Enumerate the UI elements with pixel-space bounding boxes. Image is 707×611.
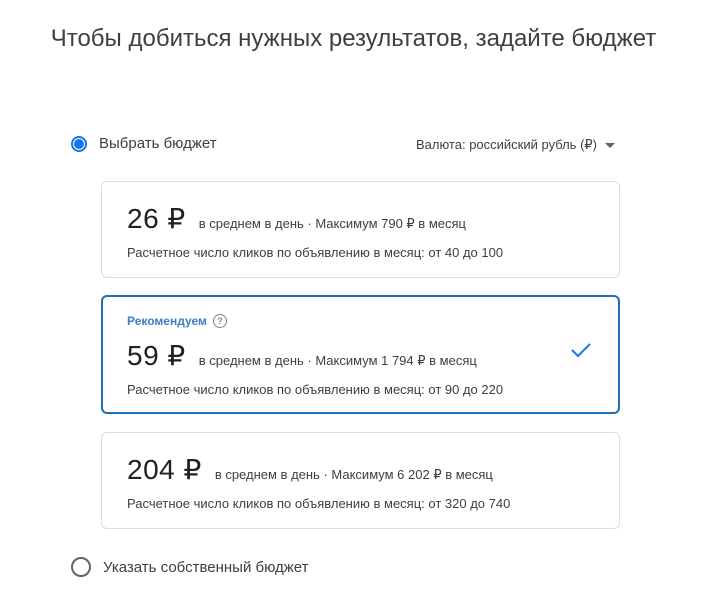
estimated-clicks: Расчетное число кликов по объявлению в м…	[127, 245, 504, 260]
currency-label: Валюта: российский рубль (₽)	[415, 137, 597, 152]
recommended-badge: Рекомендуем ?	[127, 314, 227, 328]
dropdown-caret-icon	[605, 142, 615, 148]
daily-price: 26 ₽	[127, 203, 186, 234]
page-title: Чтобы добиться нужных результатов, задай…	[50, 25, 657, 52]
daily-price: 59 ₽	[127, 340, 186, 371]
choose-budget-label: Выбрать бюджет	[99, 135, 217, 152]
price-details: в среднем в день · Максимум 790 ₽ в меся…	[198, 216, 466, 231]
budget-option-card[interactable]: 26 ₽ в среднем в день · Максимум 790 ₽ в…	[101, 181, 620, 278]
estimated-clicks: Расчетное число кликов по объявлению в м…	[127, 382, 504, 397]
price-line: 26 ₽ в среднем в день · Максимум 790 ₽ в…	[127, 202, 466, 235]
estimated-clicks: Расчетное число кликов по объявлению в м…	[127, 496, 511, 511]
custom-budget-radio-row[interactable]: Указать собственный бюджет	[71, 557, 309, 577]
help-circle-icon[interactable]: ?	[212, 314, 227, 328]
price-line: 204 ₽ в среднем в день · Максимум 6 202 …	[127, 453, 493, 486]
choose-budget-radio[interactable]	[71, 135, 87, 152]
price-details: в среднем в день · Максимум 1 794 ₽ в ме…	[198, 353, 477, 368]
budget-option-card[interactable]: 204 ₽ в среднем в день · Максимум 6 202 …	[101, 432, 620, 529]
recommended-label: Рекомендуем	[127, 314, 207, 328]
choose-budget-radio-row[interactable]: Выбрать бюджет	[71, 135, 217, 152]
radio-selected-dot	[74, 138, 84, 149]
price-line: 59 ₽ в среднем в день · Максимум 1 794 ₽…	[127, 339, 477, 372]
custom-budget-radio[interactable]	[71, 557, 91, 577]
custom-budget-label: Указать собственный бюджет	[103, 558, 309, 576]
budget-option-card-recommended[interactable]: Рекомендуем ? 59 ₽ в среднем в день · Ма…	[101, 295, 620, 414]
currency-dropdown[interactable]: Валюта: российский рубль (₽)	[416, 137, 615, 153]
checkmark-icon	[571, 343, 591, 358]
daily-price: 204 ₽	[127, 454, 202, 485]
price-details: в среднем в день · Максимум 6 202 ₽ в ме…	[214, 467, 493, 482]
